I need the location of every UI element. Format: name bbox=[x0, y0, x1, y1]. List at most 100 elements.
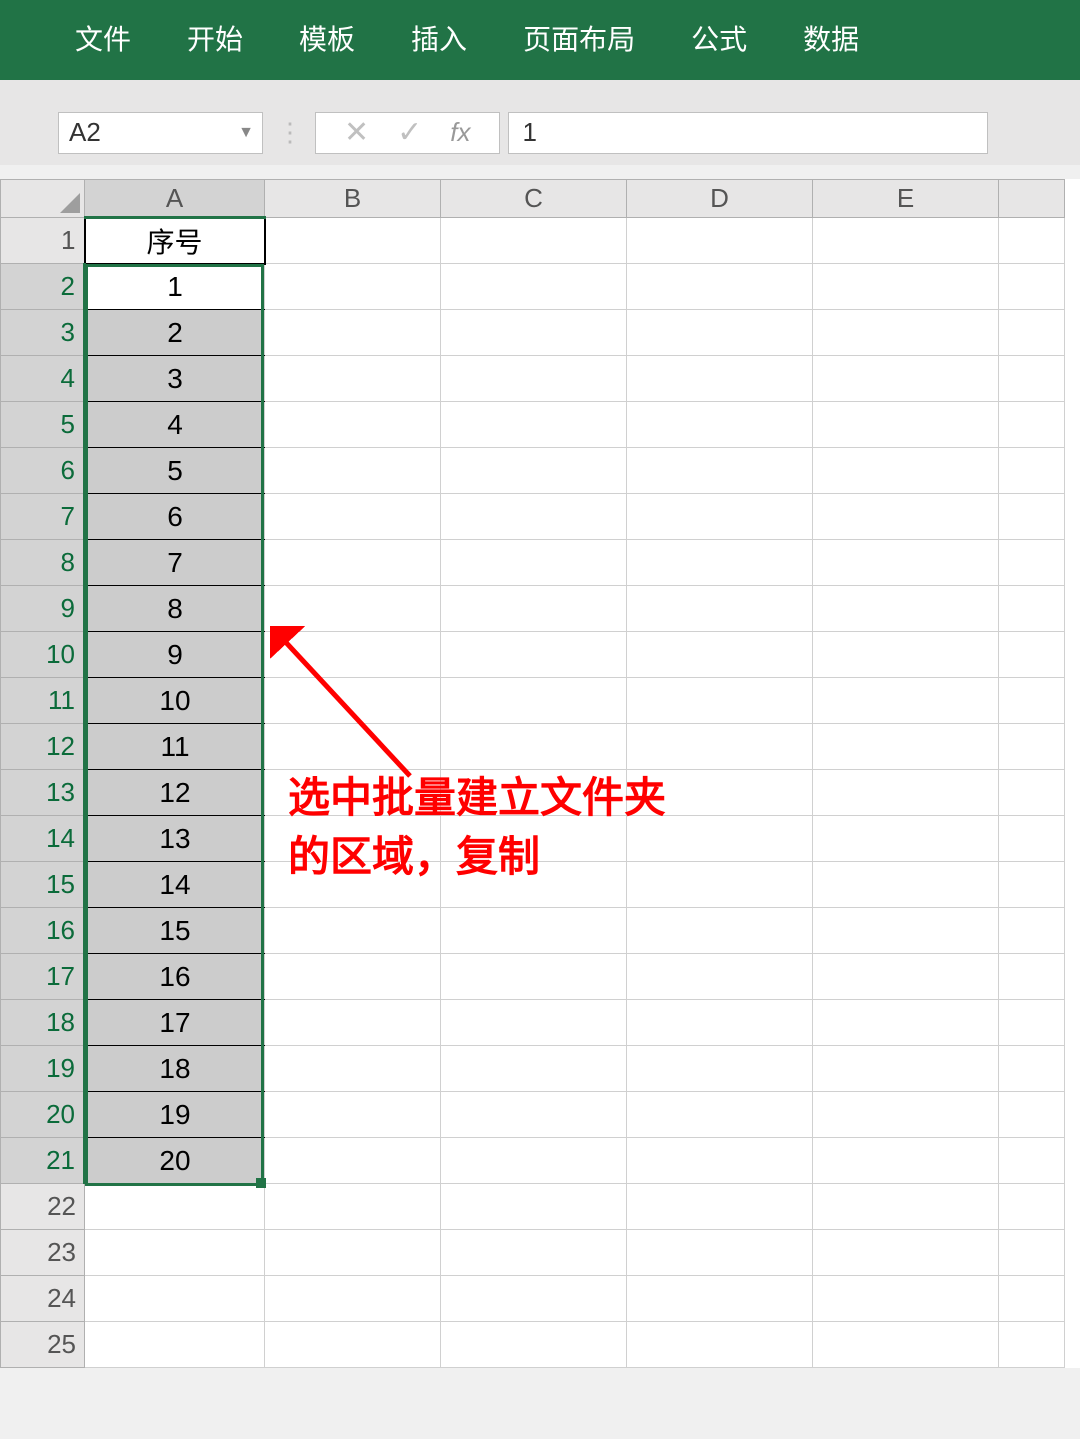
cell[interactable] bbox=[441, 356, 627, 402]
cell[interactable] bbox=[627, 264, 813, 310]
cell[interactable] bbox=[813, 1230, 999, 1276]
cell[interactable] bbox=[999, 356, 1065, 402]
cell[interactable] bbox=[999, 1184, 1065, 1230]
cell[interactable] bbox=[265, 1276, 441, 1322]
cell[interactable]: 16 bbox=[85, 954, 265, 1000]
cell[interactable] bbox=[441, 402, 627, 448]
cell[interactable] bbox=[813, 632, 999, 678]
ribbon-tab-file[interactable]: 文件 bbox=[75, 0, 159, 80]
cell[interactable]: 3 bbox=[85, 356, 265, 402]
cell[interactable]: 序号 bbox=[85, 218, 265, 264]
cell[interactable] bbox=[999, 1000, 1065, 1046]
cell[interactable]: 10 bbox=[85, 678, 265, 724]
formula-input[interactable]: 1 bbox=[508, 112, 988, 154]
row-header[interactable]: 12 bbox=[1, 724, 85, 770]
cell[interactable] bbox=[999, 402, 1065, 448]
cell[interactable]: 14 bbox=[85, 862, 265, 908]
cell[interactable] bbox=[999, 678, 1065, 724]
cell[interactable] bbox=[265, 494, 441, 540]
row-header[interactable]: 3 bbox=[1, 310, 85, 356]
cell[interactable] bbox=[441, 586, 627, 632]
name-box[interactable]: A2 ▼ bbox=[58, 112, 263, 154]
column-header-B[interactable]: B bbox=[265, 180, 441, 218]
cell[interactable] bbox=[265, 218, 441, 264]
row-header[interactable]: 14 bbox=[1, 816, 85, 862]
cell[interactable] bbox=[265, 724, 441, 770]
row-header[interactable]: 18 bbox=[1, 1000, 85, 1046]
cell[interactable] bbox=[813, 816, 999, 862]
cell[interactable] bbox=[813, 678, 999, 724]
cell[interactable]: 7 bbox=[85, 540, 265, 586]
cell[interactable] bbox=[627, 1230, 813, 1276]
cell[interactable] bbox=[265, 264, 441, 310]
cell[interactable] bbox=[441, 816, 627, 862]
cell[interactable] bbox=[999, 1092, 1065, 1138]
cell[interactable] bbox=[441, 1046, 627, 1092]
cell[interactable] bbox=[627, 1000, 813, 1046]
cell[interactable] bbox=[999, 862, 1065, 908]
cell[interactable] bbox=[265, 954, 441, 1000]
cell[interactable] bbox=[627, 1276, 813, 1322]
row-header[interactable]: 17 bbox=[1, 954, 85, 1000]
ribbon-tab-formula[interactable]: 公式 bbox=[663, 0, 775, 80]
cell[interactable] bbox=[627, 908, 813, 954]
cell[interactable]: 4 bbox=[85, 402, 265, 448]
row-header[interactable]: 16 bbox=[1, 908, 85, 954]
cell[interactable] bbox=[999, 1046, 1065, 1092]
cell[interactable] bbox=[627, 310, 813, 356]
ribbon-tab-layout[interactable]: 页面布局 bbox=[495, 0, 663, 80]
cell[interactable] bbox=[441, 264, 627, 310]
cell[interactable] bbox=[265, 1230, 441, 1276]
cell[interactable] bbox=[999, 1230, 1065, 1276]
cell[interactable] bbox=[999, 494, 1065, 540]
cell[interactable] bbox=[627, 356, 813, 402]
cell[interactable] bbox=[441, 1000, 627, 1046]
dropdown-arrow-icon[interactable]: ▼ bbox=[238, 124, 254, 142]
cell[interactable] bbox=[265, 448, 441, 494]
cell[interactable] bbox=[85, 1184, 265, 1230]
cell[interactable]: 20 bbox=[85, 1138, 265, 1184]
cell[interactable] bbox=[813, 356, 999, 402]
cell[interactable] bbox=[265, 678, 441, 724]
cell[interactable] bbox=[627, 816, 813, 862]
cell[interactable] bbox=[265, 402, 441, 448]
cell[interactable] bbox=[813, 310, 999, 356]
cell[interactable] bbox=[813, 908, 999, 954]
cell[interactable] bbox=[441, 1184, 627, 1230]
row-header[interactable]: 23 bbox=[1, 1230, 85, 1276]
row-header[interactable]: 22 bbox=[1, 1184, 85, 1230]
cell[interactable] bbox=[813, 1000, 999, 1046]
cell[interactable] bbox=[813, 264, 999, 310]
cell[interactable] bbox=[265, 1322, 441, 1368]
cell[interactable] bbox=[813, 724, 999, 770]
cell[interactable] bbox=[265, 862, 441, 908]
column-header-D[interactable]: D bbox=[627, 180, 813, 218]
cell[interactable] bbox=[85, 1276, 265, 1322]
row-header[interactable]: 5 bbox=[1, 402, 85, 448]
cell[interactable]: 2 bbox=[85, 310, 265, 356]
cell[interactable] bbox=[627, 632, 813, 678]
ribbon-tab-template[interactable]: 模板 bbox=[271, 0, 383, 80]
cell[interactable] bbox=[999, 264, 1065, 310]
column-header-A[interactable]: A bbox=[85, 180, 265, 218]
cell[interactable] bbox=[999, 586, 1065, 632]
row-header[interactable]: 1 bbox=[1, 218, 85, 264]
cell[interactable] bbox=[441, 1230, 627, 1276]
cell[interactable] bbox=[627, 1046, 813, 1092]
row-header[interactable]: 6 bbox=[1, 448, 85, 494]
cell[interactable] bbox=[627, 724, 813, 770]
cell[interactable] bbox=[441, 448, 627, 494]
cell[interactable] bbox=[265, 908, 441, 954]
cell[interactable] bbox=[85, 1230, 265, 1276]
row-header[interactable]: 8 bbox=[1, 540, 85, 586]
cell[interactable] bbox=[265, 586, 441, 632]
accept-icon[interactable]: ✓ bbox=[383, 115, 436, 150]
cell[interactable]: 5 bbox=[85, 448, 265, 494]
cell[interactable] bbox=[441, 540, 627, 586]
row-header[interactable]: 11 bbox=[1, 678, 85, 724]
cell[interactable] bbox=[813, 1138, 999, 1184]
cell[interactable] bbox=[265, 540, 441, 586]
cell[interactable] bbox=[813, 1276, 999, 1322]
row-header[interactable]: 10 bbox=[1, 632, 85, 678]
cell[interactable] bbox=[441, 770, 627, 816]
